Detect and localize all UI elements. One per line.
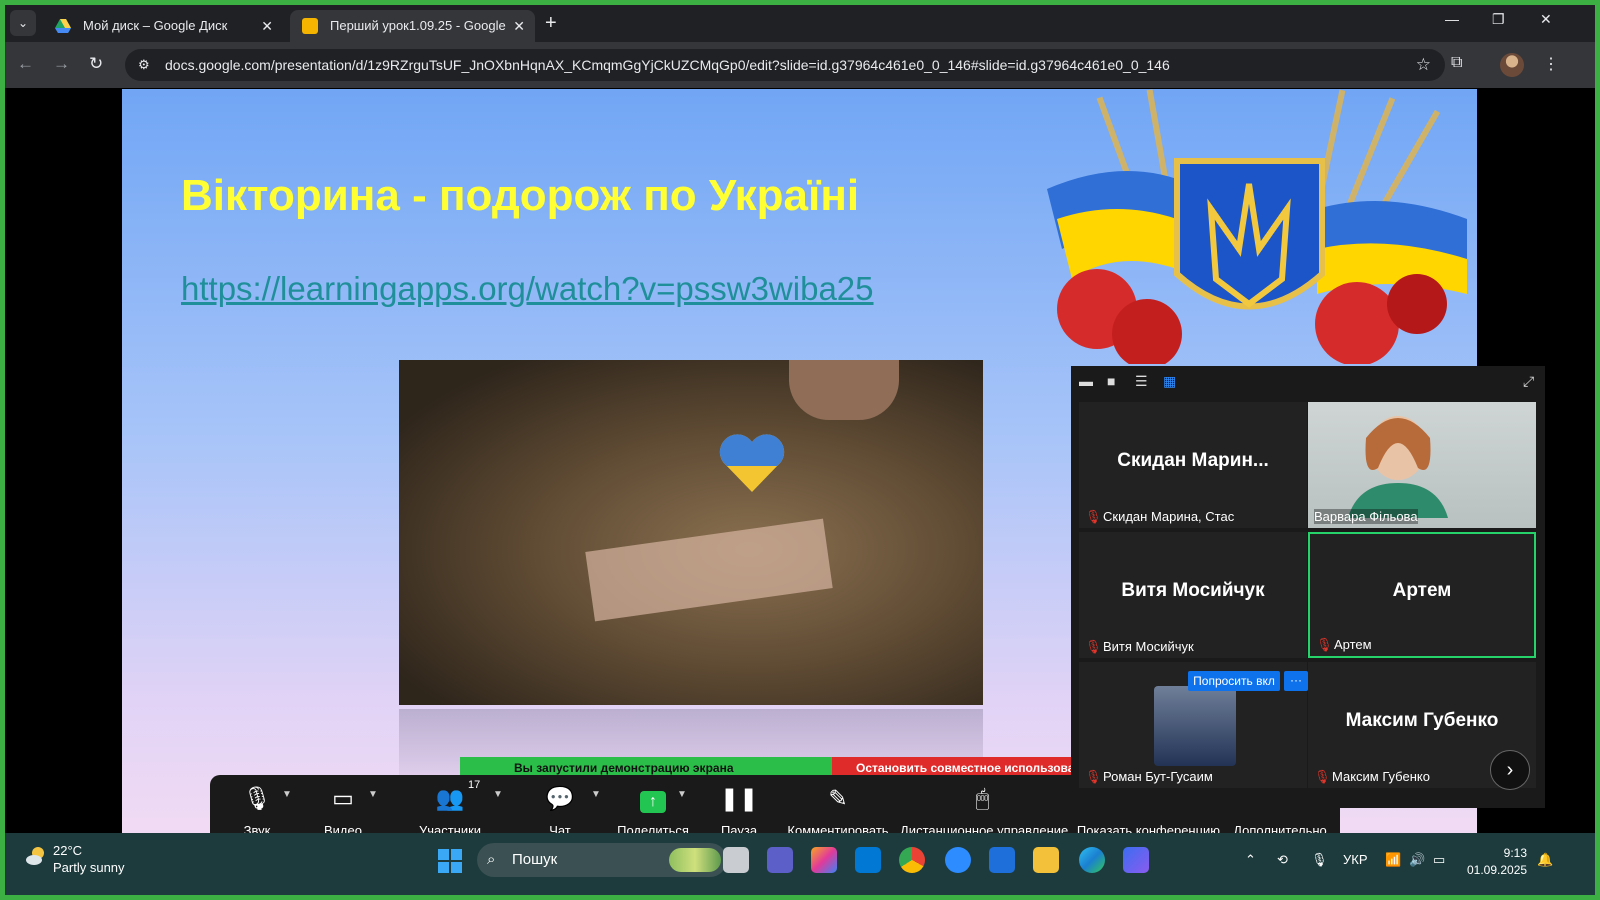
weather-temperature[interactable]: 22°C	[53, 843, 82, 858]
profile-avatar[interactable]	[1500, 53, 1524, 77]
zoom-icon[interactable]	[945, 847, 971, 873]
tab-label: Перший урок1.09.25 - Google	[330, 18, 506, 33]
pencil-icon: ✎	[828, 785, 848, 811]
browser-tab-strip: ⌄ Мой диск – Google Диск ✕ Перший урок1.…	[5, 5, 1595, 42]
tab-google-slides[interactable]: Перший урок1.09.25 - Google ✕	[290, 10, 535, 42]
gallery-view-icon[interactable]: ▦	[1163, 373, 1176, 390]
volume-icon[interactable]: 🔊	[1409, 852, 1425, 868]
google-drive-icon	[55, 19, 71, 33]
tile-more-options-button[interactable]: ···	[1284, 671, 1308, 691]
screen: ⌄ Мой диск – Google Диск ✕ Перший урок1.…	[5, 5, 1595, 895]
zoom-gallery-panel: ▬ ■ ☰ ▦ ⤢ Скидан Марин... 🎙 Скидан Марина…	[1071, 366, 1545, 808]
store-icon[interactable]	[855, 847, 881, 873]
heart-patch-icon	[719, 434, 785, 492]
chrome-icon[interactable]	[899, 847, 925, 873]
minimize-gallery-icon[interactable]: ▬	[1079, 373, 1093, 389]
participant-tile[interactable]: Витя Мосийчук 🎙 Витя Мосийчук	[1079, 532, 1307, 658]
close-window-icon[interactable]: ✕	[1540, 11, 1552, 28]
search-icon: ⌕	[487, 851, 496, 868]
next-page-chevron-icon[interactable]: ›	[1490, 750, 1530, 790]
expand-icon[interactable]: ⤢	[1523, 373, 1534, 390]
copilot-icon[interactable]	[811, 847, 837, 873]
strip-view-icon[interactable]: ☰	[1135, 373, 1148, 390]
windows-taskbar: 22°C Partly sunny ⌕ Пошук ⌃ ⟲ 🎙 УКР 📶 🔊 …	[5, 833, 1595, 895]
copilot-app-icon[interactable]	[1123, 847, 1149, 873]
google-slides-icon	[302, 18, 318, 34]
teams-icon[interactable]	[767, 847, 793, 873]
slide-title: Вікторина - подорож по Україні	[181, 171, 860, 220]
microphone-icon: 🎙	[242, 785, 272, 811]
sync-icon[interactable]: ⟲	[1277, 852, 1288, 868]
muted-mic-icon: 🎙	[1316, 637, 1333, 652]
speaker-view-icon[interactable]: ■	[1107, 373, 1115, 389]
url-text: docs.google.com/presentation/d/1z9RZrguT…	[165, 57, 1170, 73]
forward-icon[interactable]: →	[53, 54, 70, 74]
ask-to-unmute-button[interactable]: Попросить вкл	[1188, 671, 1280, 691]
hand-shape	[789, 360, 899, 420]
address-bar[interactable]: ⚙ docs.google.com/presentation/d/1z9RZrg…	[125, 49, 1445, 81]
muted-mic-icon: 🎙	[1085, 639, 1102, 654]
tab-search-button[interactable]: ⌄	[10, 10, 36, 36]
notifications-icon[interactable]: 🔔	[1537, 852, 1553, 868]
chat-icon: 💬	[545, 785, 575, 811]
windows-start-icon[interactable]	[438, 849, 462, 873]
wifi-icon[interactable]: 📶	[1385, 852, 1401, 868]
velcro-patch	[585, 518, 833, 622]
edge-icon[interactable]	[1079, 847, 1105, 873]
browser-toolbar: ← → ↻ ⚙ docs.google.com/presentation/d/1…	[5, 42, 1595, 88]
participants-count: 17	[468, 779, 481, 791]
participant-video-image	[1348, 416, 1448, 518]
task-view-icon[interactable]	[723, 847, 749, 873]
slide-link[interactable]: https://learningapps.org/watch?v=pssw3wi…	[181, 270, 874, 308]
microphone-tray-icon[interactable]: 🎙	[1311, 852, 1328, 868]
security-shield-icon[interactable]	[989, 847, 1015, 873]
muted-mic-icon: 🎙	[1085, 769, 1102, 784]
site-info-icon[interactable]: ⚙	[138, 49, 150, 81]
input-language[interactable]: УКР	[1343, 852, 1368, 867]
share-options-chevron-icon[interactable]: ▼	[677, 789, 687, 800]
restore-icon[interactable]: ❐	[1492, 11, 1505, 28]
search-highlight-image	[669, 848, 721, 872]
video-options-chevron-icon[interactable]: ▼	[368, 789, 378, 800]
participants-options-chevron-icon[interactable]: ▼	[493, 789, 503, 800]
taskbar-search-input[interactable]: ⌕ Пошук	[477, 843, 727, 877]
pause-icon: ❚❚	[719, 785, 759, 811]
minimize-icon[interactable]: —	[1445, 11, 1459, 27]
battery-icon[interactable]: ▭	[1433, 852, 1445, 868]
close-tab-icon[interactable]: ✕	[513, 10, 525, 42]
system-clock[interactable]: 9:13 01.09.2025	[1467, 845, 1527, 879]
muted-mic-icon: 🎙	[1314, 769, 1331, 784]
chat-options-chevron-icon[interactable]: ▼	[591, 789, 601, 800]
audio-options-chevron-icon[interactable]: ▼	[282, 789, 292, 800]
extensions-icon[interactable]: ⧉	[1451, 54, 1462, 72]
close-tab-icon[interactable]: ✕	[261, 10, 273, 42]
soldier-heart-patch-photo	[399, 360, 983, 705]
menu-kebab-icon[interactable]: ⋮	[1543, 54, 1559, 74]
tab-label: Мой диск – Google Диск	[83, 18, 228, 33]
participant-avatar	[1154, 686, 1236, 766]
participant-tile[interactable]: Варвара Фільова	[1308, 402, 1536, 528]
bookmark-star-icon[interactable]: ☆	[1416, 49, 1431, 81]
show-hidden-icons-chevron-icon[interactable]: ⌃	[1245, 852, 1256, 868]
ukraine-coat-of-arms-image	[1047, 89, 1467, 364]
file-explorer-icon[interactable]	[1033, 847, 1059, 873]
participant-tile-active-speaker[interactable]: Артем 🎙 Артем	[1308, 532, 1536, 658]
muted-mic-icon: 🎙	[1085, 509, 1102, 524]
weather-icon	[26, 847, 44, 865]
weather-condition[interactable]: Partly sunny	[53, 860, 125, 875]
tab-google-drive[interactable]: Мой диск – Google Диск ✕	[43, 10, 283, 42]
new-tab-button[interactable]: +	[545, 12, 557, 35]
camera-icon: ▭	[332, 785, 354, 811]
mouse-icon: 🖱	[975, 785, 990, 811]
participant-tile[interactable]: Скидан Марин... 🎙 Скидан Марина, Стас	[1079, 402, 1307, 528]
back-icon[interactable]: ←	[17, 54, 34, 74]
reload-icon[interactable]: ↻	[89, 54, 103, 74]
